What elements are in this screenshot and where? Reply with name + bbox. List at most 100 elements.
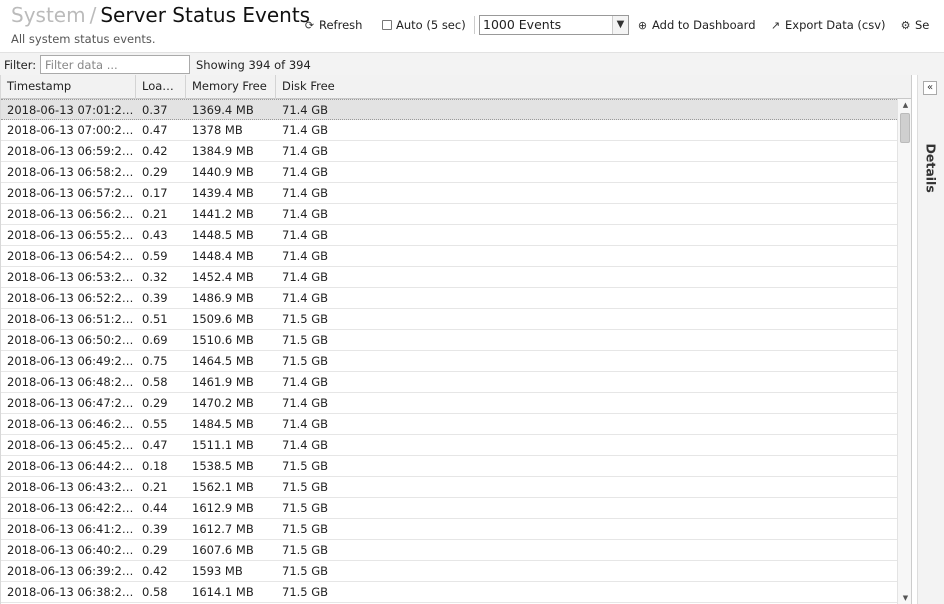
cell-load: 0.43 — [142, 228, 168, 242]
cell-load: 0.29 — [142, 396, 168, 410]
table-row[interactable]: 2018-06-13 06:52:2… 0.39 1486.9 MB 71.4 GB — [1, 288, 897, 309]
events-grid: Timestamp Loa… Memory Free Disk Free 201… — [0, 75, 912, 604]
cell-memory-free: 1484.5 MB — [192, 417, 254, 431]
details-panel-toggle[interactable]: Details — [924, 144, 939, 193]
cell-timestamp: 2018-06-13 06:45:2… — [7, 438, 134, 452]
scroll-up-icon[interactable]: ▲ — [898, 99, 911, 111]
cell-load: 0.17 — [142, 186, 168, 200]
column-header-disk-free[interactable]: Disk Free — [276, 75, 366, 99]
column-header-memory-free[interactable]: Memory Free — [186, 75, 276, 99]
cell-timestamp: 2018-06-13 06:54:2… — [7, 249, 134, 263]
cell-timestamp: 2018-06-13 06:52:2… — [7, 291, 134, 305]
plus-circle-icon: ⊕ — [637, 19, 648, 32]
table-row[interactable]: 2018-06-13 06:49:2… 0.75 1464.5 MB 71.5 GB — [1, 351, 897, 372]
table-row[interactable]: 2018-06-13 06:39:2… 0.42 1593 MB 71.5 GB — [1, 561, 897, 582]
breadcrumb-parent-link[interactable]: System — [11, 3, 86, 27]
cell-timestamp: 2018-06-13 06:39:2… — [7, 564, 134, 578]
auto-refresh-toggle[interactable]: Auto (5 sec) — [382, 15, 466, 35]
cell-load: 0.75 — [142, 354, 168, 368]
cell-load: 0.29 — [142, 165, 168, 179]
cell-memory-free: 1452.4 MB — [192, 270, 254, 284]
cell-memory-free: 1464.5 MB — [192, 354, 254, 368]
cell-load: 0.42 — [142, 564, 168, 578]
cell-timestamp: 2018-06-13 06:51:2… — [7, 312, 134, 326]
vertical-scrollbar[interactable]: ▲ ▼ — [897, 99, 911, 604]
cell-disk-free: 71.4 GB — [282, 123, 329, 137]
cell-load: 0.29 — [142, 543, 168, 557]
cell-memory-free: 1461.9 MB — [192, 375, 254, 389]
cell-disk-free: 71.4 GB — [282, 249, 329, 263]
cell-disk-free: 71.5 GB — [282, 564, 329, 578]
table-row[interactable]: 2018-06-13 06:51:2… 0.51 1509.6 MB 71.5 GB — [1, 309, 897, 330]
double-chevron-left-icon[interactable]: « — [923, 81, 937, 95]
cell-disk-free: 71.5 GB — [282, 354, 329, 368]
export-csv-button[interactable]: ↗ Export Data (csv) — [770, 15, 886, 35]
cell-memory-free: 1486.9 MB — [192, 291, 254, 305]
chevron-down-icon[interactable]: ▼ — [612, 16, 628, 34]
cell-load: 0.44 — [142, 501, 168, 515]
column-header-timestamp[interactable]: Timestamp — [1, 75, 136, 99]
table-row[interactable]: 2018-06-13 06:44:2… 0.18 1538.5 MB 71.5 GB — [1, 456, 897, 477]
table-row[interactable]: 2018-06-13 06:45:2… 0.47 1511.1 MB 71.4 GB — [1, 435, 897, 456]
table-row[interactable]: 2018-06-13 06:48:2… 0.58 1461.9 MB 71.4 GB — [1, 372, 897, 393]
cell-load: 0.59 — [142, 249, 168, 263]
cell-disk-free: 71.4 GB — [282, 438, 329, 452]
breadcrumb-separator: / — [89, 3, 97, 27]
cell-memory-free: 1593 MB — [192, 564, 243, 578]
cell-disk-free: 71.4 GB — [282, 417, 329, 431]
table-row[interactable]: 2018-06-13 06:38:2… 0.58 1614.1 MB 71.5 GB — [1, 582, 897, 603]
table-row[interactable]: 2018-06-13 07:00:2… 0.47 1378 MB 71.4 GB — [1, 120, 897, 141]
filter-input[interactable] — [40, 55, 190, 74]
table-row[interactable]: 2018-06-13 06:40:2… 0.29 1607.6 MB 71.5 GB — [1, 540, 897, 561]
cell-load: 0.39 — [142, 522, 168, 536]
table-row[interactable]: 2018-06-13 06:46:2… 0.55 1484.5 MB 71.4 GB — [1, 414, 897, 435]
refresh-button[interactable]: ⟳ Refresh — [304, 15, 363, 35]
cell-timestamp: 2018-06-13 06:43:2… — [7, 480, 134, 494]
scrollbar-thumb[interactable] — [900, 113, 910, 143]
breadcrumb: System / Server Status Events — [11, 3, 310, 27]
cell-disk-free: 71.5 GB — [282, 480, 329, 494]
settings-button[interactable]: ⚙ Se — [900, 15, 930, 35]
cell-load: 0.37 — [142, 103, 168, 117]
row-count-status: Showing 394 of 394 — [196, 58, 311, 72]
cell-load: 0.39 — [142, 291, 168, 305]
table-row[interactable]: 2018-06-13 06:56:2… 0.21 1441.2 MB 71.4 GB — [1, 204, 897, 225]
table-row[interactable]: 2018-06-13 07:01:2… 0.37 1369.4 MB 71.4 GB — [1, 99, 897, 120]
refresh-icon: ⟳ — [304, 19, 315, 32]
cell-disk-free: 71.5 GB — [282, 333, 329, 347]
cell-memory-free: 1607.6 MB — [192, 543, 254, 557]
table-row[interactable]: 2018-06-13 06:50:2… 0.69 1510.6 MB 71.5 GB — [1, 330, 897, 351]
events-count-select[interactable]: 1000 Events ▼ — [479, 15, 629, 35]
settings-label: Se — [915, 18, 930, 32]
add-to-dashboard-button[interactable]: ⊕ Add to Dashboard — [637, 15, 756, 35]
auto-refresh-checkbox[interactable] — [382, 20, 392, 30]
table-row[interactable]: 2018-06-13 06:59:2… 0.42 1384.9 MB 71.4 GB — [1, 141, 897, 162]
details-panel: « Details — [917, 75, 944, 604]
cell-timestamp: 2018-06-13 06:57:2… — [7, 186, 134, 200]
cell-load: 0.32 — [142, 270, 168, 284]
table-row[interactable]: 2018-06-13 06:54:2… 0.59 1448.4 MB 71.4 GB — [1, 246, 897, 267]
filter-label: Filter: — [4, 58, 37, 72]
table-row[interactable]: 2018-06-13 06:47:2… 0.29 1470.2 MB 71.4 GB — [1, 393, 897, 414]
add-to-dashboard-label: Add to Dashboard — [652, 18, 756, 32]
cell-disk-free: 71.4 GB — [282, 270, 329, 284]
cell-memory-free: 1369.4 MB — [192, 103, 254, 117]
cell-memory-free: 1612.9 MB — [192, 501, 254, 515]
cell-load: 0.21 — [142, 207, 168, 221]
cell-memory-free: 1439.4 MB — [192, 186, 254, 200]
table-row[interactable]: 2018-06-13 06:42:2… 0.44 1612.9 MB 71.5 GB — [1, 498, 897, 519]
cell-disk-free: 71.4 GB — [282, 144, 329, 158]
column-header-load[interactable]: Loa… — [136, 75, 186, 99]
scroll-down-icon[interactable]: ▼ — [898, 592, 911, 604]
table-row[interactable]: 2018-06-13 06:55:2… 0.43 1448.5 MB 71.4 GB — [1, 225, 897, 246]
cell-disk-free: 71.4 GB — [282, 228, 329, 242]
table-row[interactable]: 2018-06-13 06:43:2… 0.21 1562.1 MB 71.5 GB — [1, 477, 897, 498]
cell-load: 0.21 — [142, 480, 168, 494]
cell-disk-free: 71.5 GB — [282, 543, 329, 557]
table-row[interactable]: 2018-06-13 06:53:2… 0.32 1452.4 MB 71.4 GB — [1, 267, 897, 288]
table-row[interactable]: 2018-06-13 06:41:2… 0.39 1612.7 MB 71.5 GB — [1, 519, 897, 540]
table-row[interactable]: 2018-06-13 06:57:2… 0.17 1439.4 MB 71.4 GB — [1, 183, 897, 204]
cell-memory-free: 1470.2 MB — [192, 396, 254, 410]
table-row[interactable]: 2018-06-13 06:58:2… 0.29 1440.9 MB 71.4 GB — [1, 162, 897, 183]
cell-disk-free: 71.5 GB — [282, 312, 329, 326]
